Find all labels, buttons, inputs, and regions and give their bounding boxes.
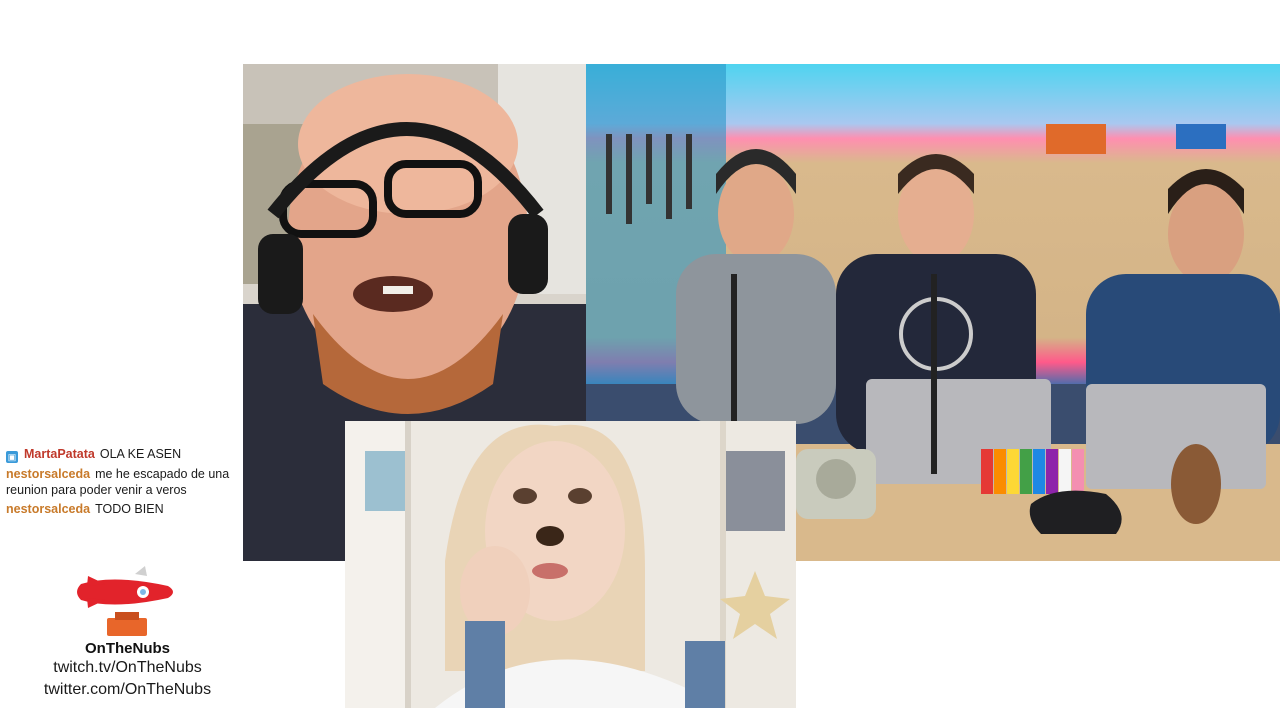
subscriber-badge-icon: ▣: [6, 451, 18, 463]
rocket-logo-icon: [76, 566, 173, 636]
chat-message: nestorsalceda me he escapado de una reuni…: [6, 466, 242, 498]
twitter-link[interactable]: twitter.com/OnTheNubs: [40, 679, 215, 701]
chat-message: nestorsalceda TODO BIEN: [6, 501, 242, 517]
chat-message: ▣ MartaPatata OLA KE ASEN: [6, 446, 242, 463]
twitch-link[interactable]: twitch.tv/OnTheNubs: [40, 657, 215, 679]
chat-username: nestorsalceda: [6, 502, 91, 516]
chat-overlay: ▣ MartaPatata OLA KE ASEN nestorsalceda me …: [6, 446, 242, 520]
chat-text: OLA KE ASEN: [99, 447, 182, 461]
chat-username: MartaPatata: [24, 447, 95, 461]
brand-name: OnTheNubs: [85, 640, 170, 657]
chat-username: nestorsalceda: [6, 467, 91, 481]
webcam-feed-bottom: [345, 421, 796, 708]
chat-text: TODO BIEN: [95, 502, 164, 516]
channel-branding: OnTheNubs twitch.tv/OnTheNubs twitter.co…: [40, 566, 215, 701]
webcam-bottom-image: [345, 421, 796, 708]
